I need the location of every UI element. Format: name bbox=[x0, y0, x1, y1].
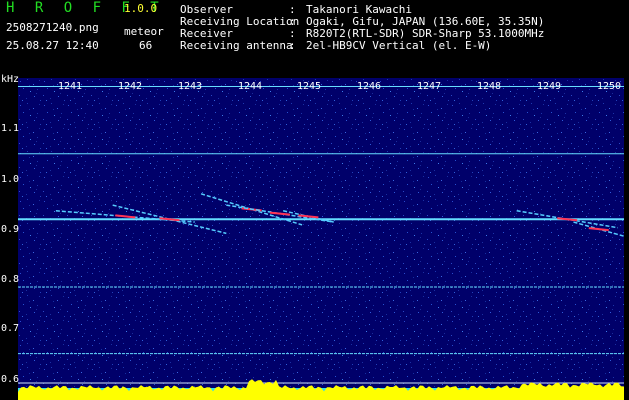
x-tick-1245: 1245 bbox=[297, 81, 322, 92]
spectrogram-background bbox=[18, 78, 624, 400]
x-tick-1244: 1244 bbox=[238, 81, 263, 92]
y-tick-0.9: 0.9 bbox=[1, 224, 20, 235]
capture-datetime: 25.08.27 12:40 bbox=[6, 39, 99, 52]
x-tick-1243: 1243 bbox=[178, 81, 203, 92]
antenna-label: Receiving antenna bbox=[180, 39, 293, 52]
x-tick-1247: 1247 bbox=[417, 81, 442, 92]
x-tick-1242: 1242 bbox=[118, 81, 143, 92]
y-tick-1.1: 1.1 bbox=[1, 123, 20, 134]
antenna-separator: : bbox=[289, 39, 296, 52]
y-tick-0.8: 0.8 bbox=[1, 274, 20, 285]
mode-label: meteor bbox=[124, 25, 164, 38]
y-tick-1.0: 1.0 bbox=[1, 174, 20, 185]
x-tick-1250: 1250 bbox=[597, 81, 622, 92]
antenna-value: 2el-HB9CV Vertical (el. E-W) bbox=[306, 39, 492, 52]
y-tick-0.6: 0.6 bbox=[1, 374, 20, 385]
frequency-unit-label: kHz bbox=[1, 74, 20, 85]
spectrogram-plot bbox=[18, 78, 624, 400]
app-version: 1.0.0 bbox=[124, 2, 158, 15]
meteor-count: 66 bbox=[139, 39, 153, 52]
x-tick-1248: 1248 bbox=[477, 81, 502, 92]
x-tick-1241: 1241 bbox=[58, 81, 83, 92]
header-panel: H R O F F T 1.0.0 2508271240.png 25.08.2… bbox=[0, 0, 629, 78]
y-tick-0.7: 0.7 bbox=[1, 323, 20, 334]
x-tick-1246: 1246 bbox=[357, 81, 382, 92]
file-name: 2508271240.png bbox=[6, 21, 99, 34]
x-tick-1249: 1249 bbox=[537, 81, 562, 92]
